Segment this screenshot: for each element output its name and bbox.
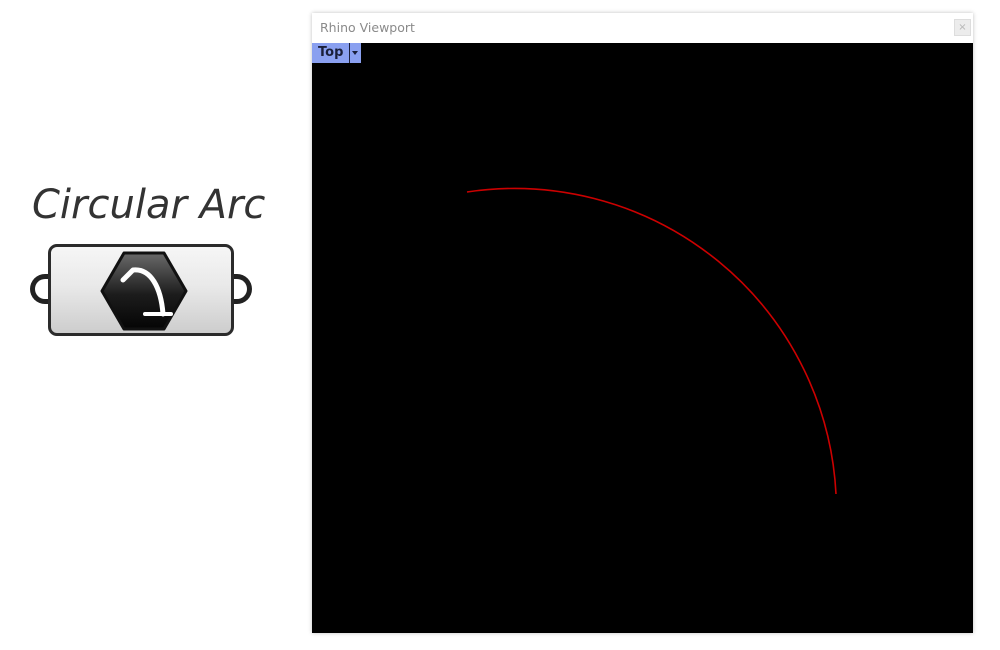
component-body[interactable] bbox=[48, 244, 234, 336]
circular-arc-component[interactable] bbox=[30, 244, 252, 336]
component-title: Circular Arc bbox=[32, 182, 266, 228]
view-tab[interactable]: Top bbox=[312, 43, 362, 63]
view-label[interactable]: Top bbox=[312, 43, 349, 63]
viewport-titlebar[interactable]: Rhino Viewport × bbox=[312, 13, 973, 43]
arc-hexagon-icon bbox=[100, 251, 188, 331]
window-title: Rhino Viewport bbox=[320, 20, 415, 35]
close-button[interactable]: × bbox=[954, 19, 971, 36]
rhino-viewport-window[interactable]: Rhino Viewport × Top bbox=[312, 13, 973, 633]
viewport-canvas[interactable]: Top bbox=[312, 43, 973, 633]
viewport-drawing bbox=[466, 187, 837, 495]
arc-curve bbox=[466, 187, 837, 495]
chevron-down-icon[interactable] bbox=[349, 43, 361, 63]
